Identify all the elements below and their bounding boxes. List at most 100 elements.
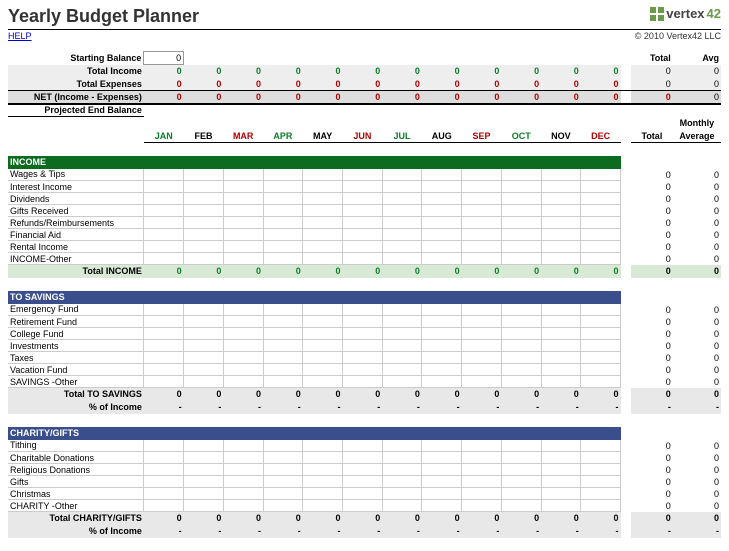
cell[interactable] [303,253,343,265]
cell[interactable] [422,181,462,193]
cell[interactable] [303,316,343,328]
cell[interactable] [501,452,541,464]
cell[interactable] [223,229,263,241]
cell[interactable] [303,352,343,364]
cell[interactable] [342,205,382,217]
cell[interactable] [422,364,462,376]
cell[interactable] [223,205,263,217]
cell[interactable] [581,488,621,500]
cell[interactable] [303,205,343,217]
cell[interactable] [144,253,184,265]
cell[interactable] [541,241,581,253]
cell[interactable] [581,340,621,352]
cell[interactable] [581,304,621,316]
cell[interactable] [263,376,303,388]
cell[interactable] [223,464,263,476]
cell[interactable] [342,328,382,340]
cell[interactable] [144,181,184,193]
cell[interactable] [184,452,224,464]
cell[interactable] [144,193,184,205]
cell[interactable] [541,217,581,229]
cell[interactable] [541,316,581,328]
cell[interactable] [303,328,343,340]
cell[interactable] [223,253,263,265]
cell[interactable] [263,464,303,476]
cell[interactable] [382,169,422,181]
cell[interactable] [382,488,422,500]
cell[interactable] [342,340,382,352]
cell[interactable] [462,217,502,229]
cell[interactable] [223,316,263,328]
cell[interactable] [223,476,263,488]
cell[interactable] [422,316,462,328]
cell[interactable] [263,316,303,328]
cell[interactable] [422,464,462,476]
cell[interactable] [581,217,621,229]
cell[interactable] [501,229,541,241]
cell[interactable] [541,193,581,205]
cell[interactable] [501,488,541,500]
cell[interactable] [462,304,502,316]
starting-balance-input[interactable]: 0 [144,52,184,65]
cell[interactable] [462,229,502,241]
cell[interactable] [581,169,621,181]
cell[interactable] [541,476,581,488]
cell[interactable] [342,253,382,265]
cell[interactable] [342,476,382,488]
cell[interactable] [342,364,382,376]
cell[interactable] [382,364,422,376]
cell[interactable] [422,169,462,181]
cell[interactable] [303,304,343,316]
cell[interactable] [342,488,382,500]
cell[interactable] [303,217,343,229]
cell[interactable] [342,169,382,181]
cell[interactable] [501,340,541,352]
cell[interactable] [263,241,303,253]
cell[interactable] [223,440,263,452]
cell[interactable] [184,205,224,217]
cell[interactable] [144,316,184,328]
cell[interactable] [422,476,462,488]
cell[interactable] [263,181,303,193]
cell[interactable] [263,488,303,500]
cell[interactable] [501,304,541,316]
cell[interactable] [223,352,263,364]
cell[interactable] [263,352,303,364]
cell[interactable] [541,464,581,476]
cell[interactable] [462,181,502,193]
cell[interactable] [501,364,541,376]
cell[interactable] [581,452,621,464]
cell[interactable] [223,241,263,253]
cell[interactable] [184,476,224,488]
cell[interactable] [184,464,224,476]
cell[interactable] [501,193,541,205]
cell[interactable] [382,440,422,452]
cell[interactable] [184,253,224,265]
cell[interactable] [462,500,502,512]
cell[interactable] [144,464,184,476]
cell[interactable] [501,205,541,217]
cell[interactable] [303,476,343,488]
cell[interactable] [184,440,224,452]
cell[interactable] [303,364,343,376]
cell[interactable] [541,340,581,352]
cell[interactable] [184,328,224,340]
cell[interactable] [541,328,581,340]
cell[interactable] [581,440,621,452]
cell[interactable] [263,229,303,241]
cell[interactable] [342,304,382,316]
cell[interactable] [382,205,422,217]
cell[interactable] [541,500,581,512]
cell[interactable] [184,241,224,253]
cell[interactable] [382,340,422,352]
cell[interactable] [144,440,184,452]
cell[interactable] [303,340,343,352]
cell[interactable] [382,253,422,265]
cell[interactable] [342,500,382,512]
cell[interactable] [223,304,263,316]
cell[interactable] [184,217,224,229]
cell[interactable] [581,328,621,340]
cell[interactable] [184,304,224,316]
cell[interactable] [184,193,224,205]
cell[interactable] [462,169,502,181]
